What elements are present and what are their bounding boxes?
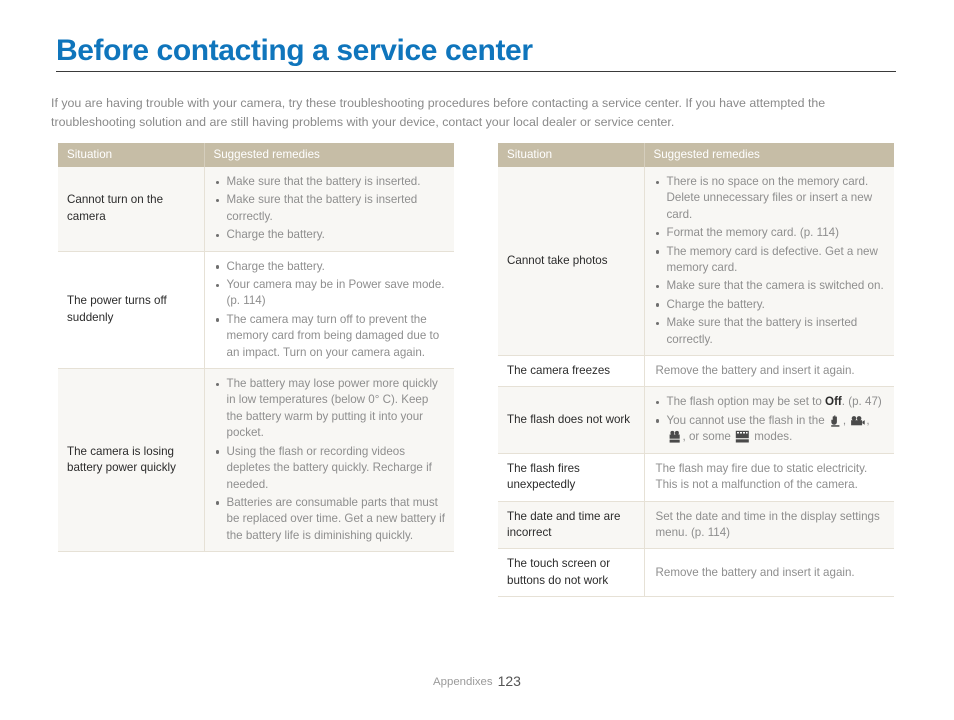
remedy-text-middle: , or some: [682, 430, 735, 444]
remedy-list: Make sure that the battery is inserted. …: [214, 174, 446, 244]
cell-remedies: The flash option may be set to Off. (p. …: [643, 386, 894, 454]
table-header-row: Situation Suggested remedies: [58, 143, 454, 167]
remedy-item: The flash option may be set to Off. (p. …: [654, 394, 886, 410]
table-row: The camera is losing battery power quick…: [58, 368, 454, 553]
remedy-separator: ,: [842, 413, 850, 427]
column-header-remedies: Suggested remedies: [203, 143, 454, 167]
cell-remedies: There is no space on the memory card. De…: [643, 167, 894, 357]
remedy-item: Charge the battery.: [214, 259, 446, 275]
footer-section-label: Appendixes: [433, 676, 493, 688]
cell-situation: The date and time are incorrect: [498, 501, 644, 550]
column-header-situation: Situation: [498, 143, 644, 167]
remedy-item: Charge the battery.: [214, 227, 446, 243]
cell-situation: The camera is losing battery power quick…: [58, 368, 204, 553]
hand-shake-mode-icon: [829, 414, 842, 427]
remedy-item: The battery may lose power more quickly …: [214, 376, 446, 442]
remedy-item: The memory card is defective. Get a new …: [654, 244, 886, 277]
cell-remedies: Remove the battery and insert it again.: [643, 355, 894, 388]
remedy-item: Make sure that the battery is inserted c…: [214, 192, 446, 225]
cell-situation: The power turns off suddenly: [58, 251, 204, 370]
cell-situation: The camera freezes: [498, 355, 644, 388]
cell-remedies: Make sure that the battery is inserted. …: [203, 167, 454, 252]
remedy-text-after: modes.: [751, 430, 793, 444]
cell-remedies: Remove the battery and insert it again.: [643, 548, 894, 598]
intro-paragraph: If you are having trouble with your came…: [51, 96, 826, 130]
table-row: The touch screen or buttons do not work …: [498, 548, 894, 598]
table-row: The camera freezes Remove the battery an…: [498, 355, 894, 388]
page-footer: Appendixes 123: [0, 673, 954, 689]
cell-remedies: The flash may fire due to static electri…: [643, 453, 894, 502]
remedy-list: Charge the battery. Your camera may be i…: [214, 259, 446, 361]
remedy-item: You cannot use the flash in the , , , or…: [654, 413, 886, 446]
cell-situation: The flash fires unexpectedly: [498, 453, 644, 502]
remedy-text-before: The flash option may be set to: [666, 395, 826, 409]
document-page: Before contacting a service center If yo…: [0, 0, 954, 720]
remedy-text-after: . (p. 47): [841, 395, 882, 409]
table-row: Cannot take photos There is no space on …: [498, 167, 894, 357]
troubleshooting-table-left: Situation Suggested remedies Cannot turn…: [58, 143, 454, 553]
cell-situation: The flash does not work: [498, 386, 644, 454]
remedy-item: Batteries are consumable parts that must…: [214, 495, 446, 544]
remedy-item: The camera may turn off to prevent the m…: [214, 312, 446, 361]
table-row: Cannot turn on the camera Make sure that…: [58, 167, 454, 252]
remedy-item: There is no space on the memory card. De…: [654, 174, 886, 223]
cell-situation: Cannot turn on the camera: [58, 167, 204, 252]
table-header-row: Situation Suggested remedies: [498, 143, 894, 167]
remedy-item: Make sure that the battery is inserted c…: [654, 315, 886, 348]
table-row: The power turns off suddenly Charge the …: [58, 251, 454, 370]
column-header-remedies: Suggested remedies: [643, 143, 894, 167]
remedy-separator: ,: [866, 413, 870, 427]
page-title: Before contacting a service center: [56, 34, 533, 67]
table-row: The flash does not work The flash option…: [498, 386, 894, 454]
footer-page-number: 123: [497, 673, 521, 689]
title-block: Before contacting a service center: [56, 34, 896, 72]
remedy-item: Charge the battery.: [654, 297, 886, 313]
column-header-situation: Situation: [58, 143, 204, 167]
remedy-item: Using the flash or recording videos depl…: [214, 444, 446, 493]
remedy-item: Your camera may be in Power save mode. (…: [214, 277, 446, 310]
cell-situation: The touch screen or buttons do not work: [498, 548, 644, 598]
table-row: The date and time are incorrect Set the …: [498, 501, 894, 550]
smart-movie-mode-icon: [668, 430, 682, 443]
remedy-list: The battery may lose power more quickly …: [214, 376, 446, 544]
cell-remedies: The battery may lose power more quickly …: [203, 368, 454, 553]
remedy-list: There is no space on the memory card. De…: [654, 174, 886, 348]
cell-remedies: Charge the battery. Your camera may be i…: [203, 251, 454, 370]
option-value-off: Off: [825, 395, 842, 409]
remedy-item: Format the memory card. (p. 114): [654, 225, 886, 241]
remedy-text-before: You cannot use the flash in the: [666, 413, 828, 427]
remedy-item: Make sure that the battery is inserted.: [214, 174, 446, 190]
table-row: The flash fires unexpectedly The flash m…: [498, 453, 894, 502]
cell-remedies: Set the date and time in the display set…: [643, 501, 894, 550]
remedy-list: The flash option may be set to Off. (p. …: [654, 394, 886, 445]
cell-situation: Cannot take photos: [498, 167, 644, 357]
title-divider: [56, 71, 896, 72]
movie-mode-icon: [850, 415, 866, 427]
scene-mode-icon: [735, 430, 750, 443]
remedy-item: Make sure that the camera is switched on…: [654, 278, 886, 294]
troubleshooting-table-right: Situation Suggested remedies Cannot take…: [498, 143, 894, 598]
